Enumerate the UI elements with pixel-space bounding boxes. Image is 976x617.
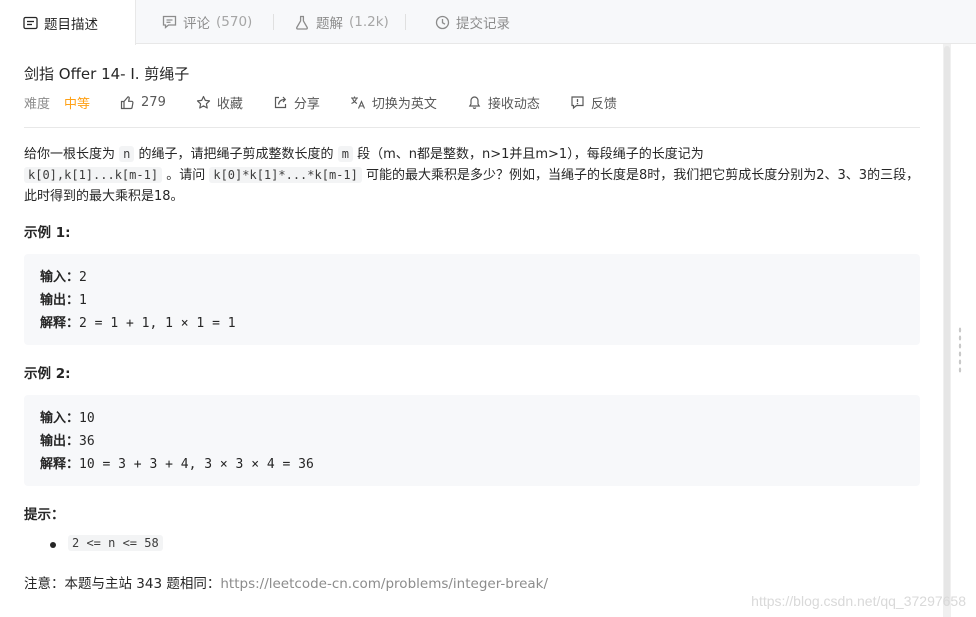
explain-label: 解释： (40, 316, 80, 331)
hint-item: 2 <= n <= 58 (68, 535, 163, 551)
flask-icon (294, 14, 310, 30)
share-label: 分享 (293, 96, 320, 112)
feedback-button[interactable]: 反馈 (570, 93, 617, 112)
desc-text: 。请问 (166, 168, 206, 183)
inline-code: m (337, 146, 353, 162)
tab-count: (1.2k) (349, 14, 389, 30)
tab-label: 提交记录 (456, 16, 510, 32)
translate-label: 切换为英文 (371, 96, 437, 112)
bullet (50, 542, 56, 548)
note-link[interactable]: https://leetcode-cn.com/problems/integer… (220, 576, 548, 592)
output-value: 1 (79, 293, 87, 308)
input-value: 2 (79, 270, 87, 285)
note-text: 注意：本题与主站 343 题相同： (24, 576, 221, 592)
bell-icon (467, 95, 482, 110)
feedback-label: 反馈 (590, 96, 617, 112)
output-value: 36 (79, 434, 95, 449)
tab-label: 评论 (183, 16, 210, 32)
input-label: 输入： (40, 411, 80, 426)
tab-solutions[interactable]: 题解 (1.2k) (272, 0, 411, 44)
drag-handle-icon[interactable] (958, 326, 962, 374)
tab-description[interactable]: 题目描述 (0, 0, 136, 45)
translate-button[interactable]: 切换为英文 (350, 93, 437, 112)
star-icon (196, 95, 211, 110)
desc-text: 段（m、n都是整数，n>1并且m>1），每段绳子的长度记为 (357, 147, 704, 162)
difficulty-label: 难度 (24, 96, 51, 112)
note: 注意：本题与主站 343 题相同：https://leetcode-cn.com… (24, 572, 548, 592)
tab-label: 题解 (316, 16, 343, 32)
share-button[interactable]: 分享 (273, 93, 320, 112)
inline-code: n (119, 146, 135, 162)
feedback-icon (570, 95, 585, 110)
difficulty-badge: 中等 (64, 96, 91, 112)
thumbs-up-icon (120, 95, 135, 110)
comment-icon (161, 14, 177, 30)
tab-count: (570) (216, 14, 253, 30)
explain-value: 2 = 1 + 1, 1 × 1 = 1 (79, 316, 236, 331)
like-count: 279 (141, 94, 166, 110)
description-icon (22, 15, 38, 31)
output-label: 输出： (40, 434, 80, 449)
problem-description: 给你一根长度为 n 的绳子，请把绳子剪成整数长度的 m 段（m、n都是整数，n>… (24, 144, 922, 207)
example-1-title: 示例 1: (24, 225, 71, 241)
difficulty: 难度 中等 (24, 93, 90, 112)
tab-submissions[interactable]: 提交记录 (412, 0, 532, 44)
problem-title: 剑指 Offer 14- I. 剪绳子 (24, 65, 190, 83)
tab-bar: 题目描述 评论 (570) 题解 (1.2k) 提交记录 (0, 0, 976, 45)
tab-divider (405, 14, 406, 30)
problem-meta-bar: 难度 中等 279 收藏 分享 切换为英文 接收动态 反馈 (24, 92, 920, 112)
explain-value: 10 = 3 + 3 + 4, 3 × 3 × 4 = 36 (79, 457, 314, 472)
divider (24, 127, 920, 128)
share-icon (273, 95, 288, 110)
favorite-button[interactable]: 收藏 (196, 93, 243, 112)
inline-code: k[0]*k[1]*...*k[m-1] (209, 167, 362, 183)
follow-button[interactable]: 接收动态 (467, 93, 540, 112)
example-1-block: 输入：2 输出：1 解释：2 = 1 + 1, 1 × 1 = 1 (24, 254, 920, 345)
scrollbar-thumb[interactable] (944, 46, 950, 606)
output-label: 输出： (40, 293, 80, 308)
explain-label: 解释： (40, 457, 80, 472)
tab-comments[interactable]: 评论 (570) (139, 0, 274, 44)
follow-label: 接收动态 (487, 96, 540, 112)
hint-code: 2 <= n <= 58 (68, 535, 163, 551)
desc-text: 的绳子，请把绳子剪成整数长度的 (138, 147, 334, 162)
example-2-title: 示例 2: (24, 366, 71, 382)
example-2-block: 输入：10 输出：36 解释：10 = 3 + 3 + 4, 3 × 3 × 4… (24, 395, 920, 486)
inline-code: k[0],k[1]...k[m-1] (24, 167, 163, 183)
desc-text: 给你一根长度为 (24, 147, 116, 162)
hints-title: 提示： (24, 507, 65, 523)
input-label: 输入： (40, 270, 80, 285)
favorite-label: 收藏 (216, 96, 243, 112)
watermark: https://blog.csdn.net/qq_37297658 (751, 593, 966, 609)
clock-icon (434, 14, 450, 30)
translate-icon (350, 95, 366, 110)
tab-label: 题目描述 (44, 16, 98, 33)
like-button[interactable]: 279 (120, 95, 166, 110)
input-value: 10 (79, 411, 95, 426)
